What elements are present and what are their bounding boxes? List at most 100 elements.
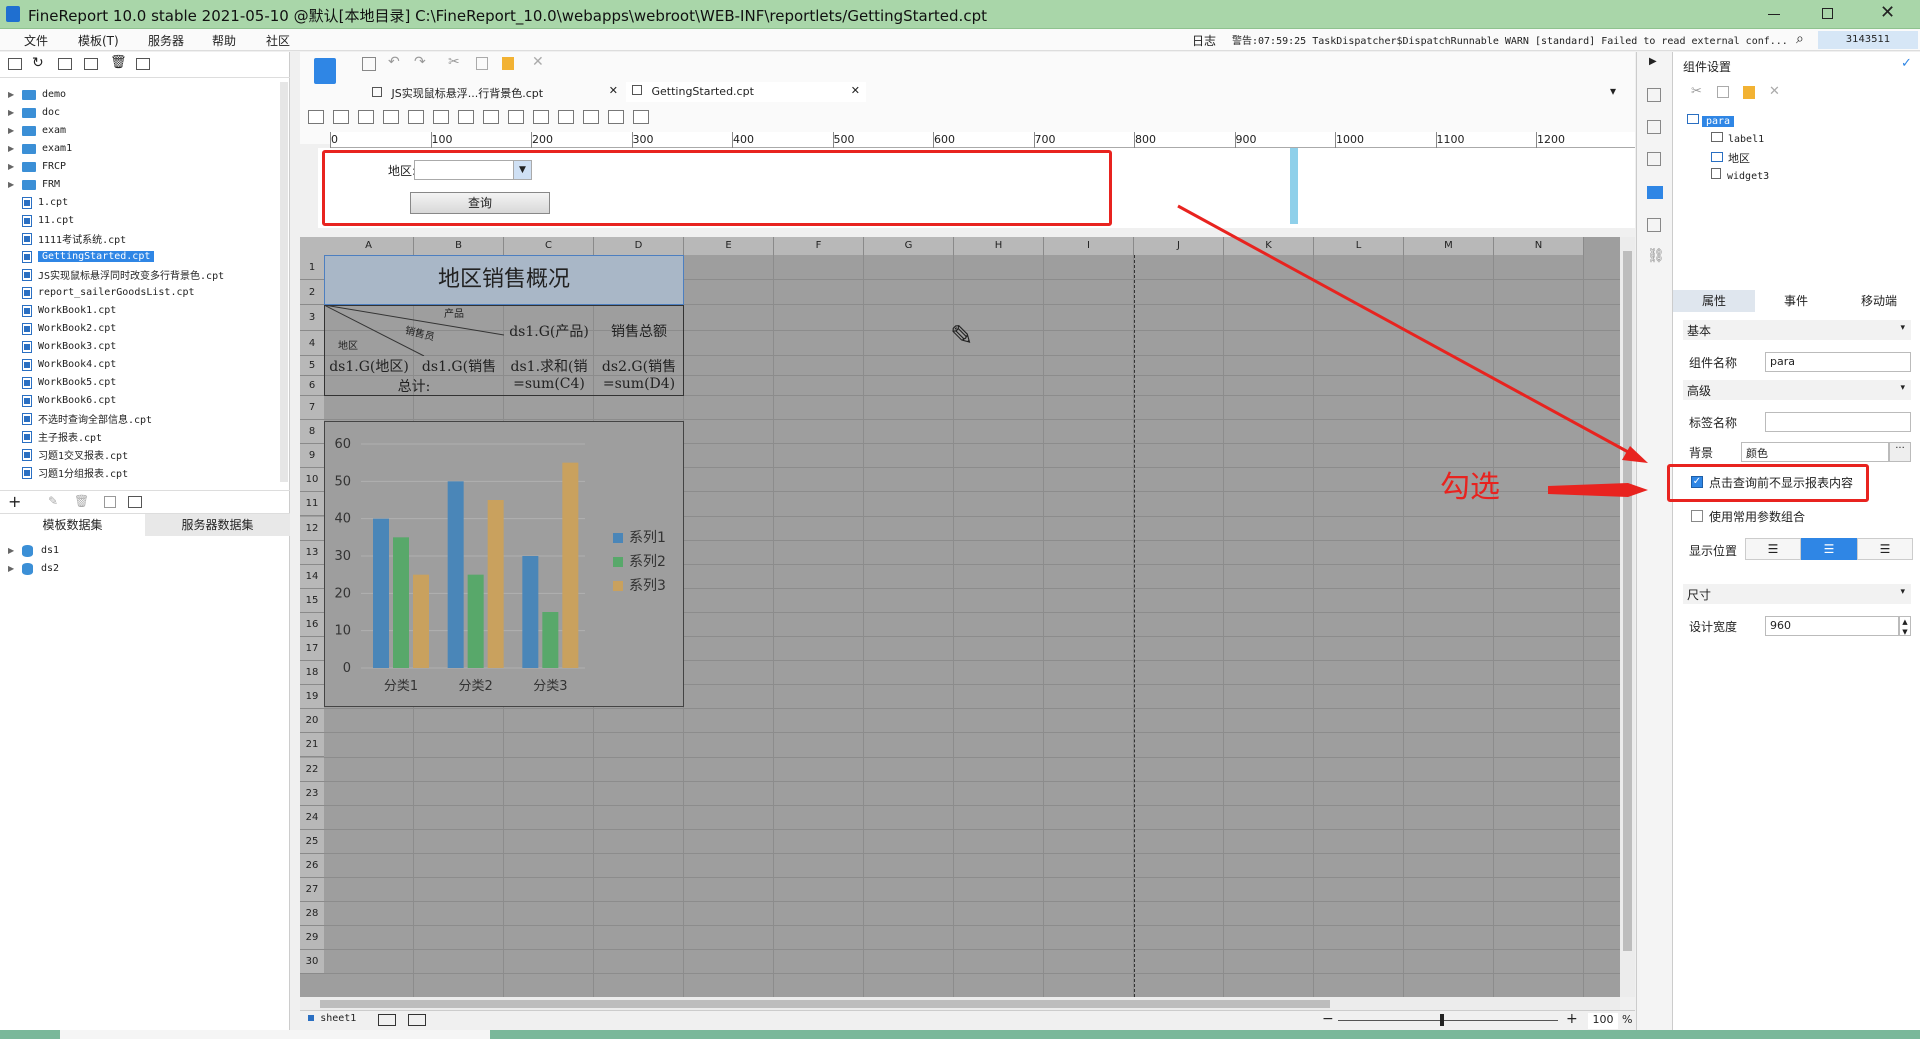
tree-file[interactable]: WorkBook4.cpt xyxy=(8,356,116,373)
tree-file[interactable]: 习题1分组报表.cpt xyxy=(8,464,128,481)
close-tab-icon[interactable]: ✕ xyxy=(609,84,618,97)
row-header[interactable]: 27 xyxy=(300,878,324,903)
menu-community[interactable]: 社区 xyxy=(266,32,290,49)
tree-folder[interactable]: ▶ exam1 xyxy=(8,140,72,157)
row-header[interactable]: 29 xyxy=(300,926,324,951)
use-param-combo-checkbox[interactable] xyxy=(1691,510,1703,522)
column-header[interactable]: D xyxy=(594,237,684,255)
refresh-icon[interactable]: ↻ xyxy=(32,55,44,71)
chart-bar[interactable] xyxy=(467,574,484,668)
apply-check-icon[interactable]: ✓ xyxy=(1901,56,1912,71)
column-header[interactable]: G xyxy=(864,237,954,255)
tree-folder[interactable]: ▶ FRCP xyxy=(8,158,66,175)
cut-icon[interactable]: ✂ xyxy=(448,54,460,70)
dataset-settings-icon[interactable] xyxy=(128,496,142,508)
widget-tree-icon[interactable] xyxy=(508,110,524,124)
row-header[interactable]: 26 xyxy=(300,853,324,878)
bg-input[interactable]: 颜色 xyxy=(1741,442,1889,462)
dataset-tab-template[interactable]: 模板数据集 xyxy=(0,514,145,536)
prop-tab-mobile[interactable]: 移动端 xyxy=(1837,290,1920,312)
expand-arrow-icon[interactable]: ▶ xyxy=(8,126,16,135)
tree-scrollbar[interactable] xyxy=(280,82,288,482)
tab-menu-icon[interactable]: ▾ xyxy=(1610,84,1616,98)
column-header[interactable]: I xyxy=(1044,237,1134,255)
row-header[interactable]: 3 xyxy=(300,305,324,331)
editor-tab-gettingstarted[interactable]: GettingStarted.cpt ✕ xyxy=(626,82,866,102)
width-marker[interactable] xyxy=(1290,148,1298,224)
zoom-value[interactable]: 100 xyxy=(1588,1013,1618,1029)
row-header[interactable]: 25 xyxy=(300,829,324,854)
widget-label-icon[interactable] xyxy=(308,110,324,124)
use-param-combo-label[interactable]: 使用常用参数组合 xyxy=(1709,508,1805,525)
prop-tab-attr[interactable]: 属性 xyxy=(1673,290,1755,312)
widget-tree-label1[interactable]: label1 xyxy=(1711,132,1764,145)
zoom-in-icon[interactable]: + xyxy=(1566,1011,1578,1027)
hide-before-query-checkbox[interactable]: ✓ xyxy=(1691,476,1703,488)
row-header[interactable]: 18 xyxy=(300,661,324,686)
tree-file[interactable]: WorkBook1.cpt xyxy=(8,302,116,319)
row-header[interactable]: 9 xyxy=(300,444,324,469)
design-width-input[interactable]: 960 xyxy=(1765,616,1899,636)
row-header[interactable]: 28 xyxy=(300,902,324,927)
chart-bar[interactable] xyxy=(413,574,429,668)
grid-corner[interactable] xyxy=(300,237,324,255)
chart-bar[interactable] xyxy=(447,481,464,668)
report-grid[interactable]: ABCDEFGHIJKLMN 1 2 3 4 5 6 7 8 9 10 11 12 13 14 15 16 17… xyxy=(300,237,1635,997)
row-header[interactable]: 12 xyxy=(300,516,324,541)
cut-widget-icon[interactable]: ✂ xyxy=(1691,84,1702,99)
name-input[interactable]: para xyxy=(1765,352,1911,372)
widget-table-icon[interactable] xyxy=(608,110,624,124)
align-right-button[interactable]: ☰ xyxy=(1857,538,1913,560)
widget-tree-widget3[interactable]: widget3 xyxy=(1711,168,1769,182)
tree-folder[interactable]: ▶ exam xyxy=(8,122,66,139)
redo-icon[interactable]: ↷ xyxy=(414,54,426,70)
zoom-out-icon[interactable]: − xyxy=(1322,1011,1334,1027)
section-size[interactable]: 尺寸 ▾ xyxy=(1683,584,1911,604)
widget-more-icon[interactable] xyxy=(633,110,649,124)
format-brush-icon[interactable]: ✕ xyxy=(532,54,544,70)
chart-bar[interactable] xyxy=(373,518,389,668)
widget-library-icon[interactable] xyxy=(314,58,336,84)
tree-file[interactable]: 11.cpt xyxy=(8,212,74,229)
dataset-tab-server[interactable]: 服务器数据集 xyxy=(145,514,290,536)
width-spinner-icon[interactable]: ▲ ▼ xyxy=(1899,616,1911,636)
widget-date-icon[interactable] xyxy=(433,110,449,124)
tree-file[interactable]: 1.cpt xyxy=(8,194,68,211)
widget-radio-icon[interactable] xyxy=(483,110,499,124)
open-icon[interactable] xyxy=(58,58,72,70)
tree-file[interactable]: 不选时查询全部信息.cpt xyxy=(8,410,152,427)
widget-text-icon[interactable] xyxy=(333,110,349,124)
tree-dataset[interactable]: ▶ ds1 xyxy=(8,542,59,559)
row-header[interactable]: 20 xyxy=(300,709,324,734)
expand-icon[interactable]: ▶ xyxy=(1649,56,1657,67)
tree-file[interactable]: WorkBook2.cpt xyxy=(8,320,116,337)
tree-folder[interactable]: ▶ FRM xyxy=(8,176,60,193)
row-header[interactable]: 16 xyxy=(300,612,324,637)
new-folder-icon[interactable] xyxy=(8,58,22,70)
sheet-tab[interactable]: sheet1 xyxy=(308,1013,356,1024)
row-header[interactable]: 22 xyxy=(300,757,324,782)
section-advanced[interactable]: 高级 ▾ xyxy=(1683,380,1911,400)
minimize-icon[interactable] xyxy=(1768,14,1780,15)
hyperlink-icon[interactable]: ⛓ xyxy=(1647,248,1665,264)
column-header[interactable]: E xyxy=(684,237,774,255)
bg-more-button[interactable]: ··· xyxy=(1889,442,1911,462)
column-header[interactable]: M xyxy=(1404,237,1494,255)
zoom-slider-thumb[interactable] xyxy=(1440,1014,1444,1026)
column-header[interactable]: A xyxy=(324,237,414,255)
widget-tree-para[interactable]: para xyxy=(1687,114,1735,127)
menu-server[interactable]: 服务器 xyxy=(148,32,184,49)
undo-icon[interactable]: ↶ xyxy=(388,54,400,70)
column-header[interactable]: J xyxy=(1134,237,1224,255)
paste-widget-icon[interactable] xyxy=(1743,86,1755,99)
chart-bar[interactable] xyxy=(542,612,559,668)
row-header[interactable]: 14 xyxy=(300,564,324,589)
align-center-button[interactable]: ☰ xyxy=(1801,538,1857,560)
report-title[interactable]: 地区销售概况 xyxy=(324,265,684,295)
add-poly-sheet-icon[interactable] xyxy=(408,1014,426,1026)
chart-bar[interactable] xyxy=(487,500,504,668)
tag-input[interactable] xyxy=(1765,412,1911,432)
row-header[interactable]: 7 xyxy=(300,396,324,421)
log-label[interactable]: 日志 xyxy=(1192,32,1216,49)
tree-dataset[interactable]: ▶ ds2 xyxy=(8,560,59,577)
